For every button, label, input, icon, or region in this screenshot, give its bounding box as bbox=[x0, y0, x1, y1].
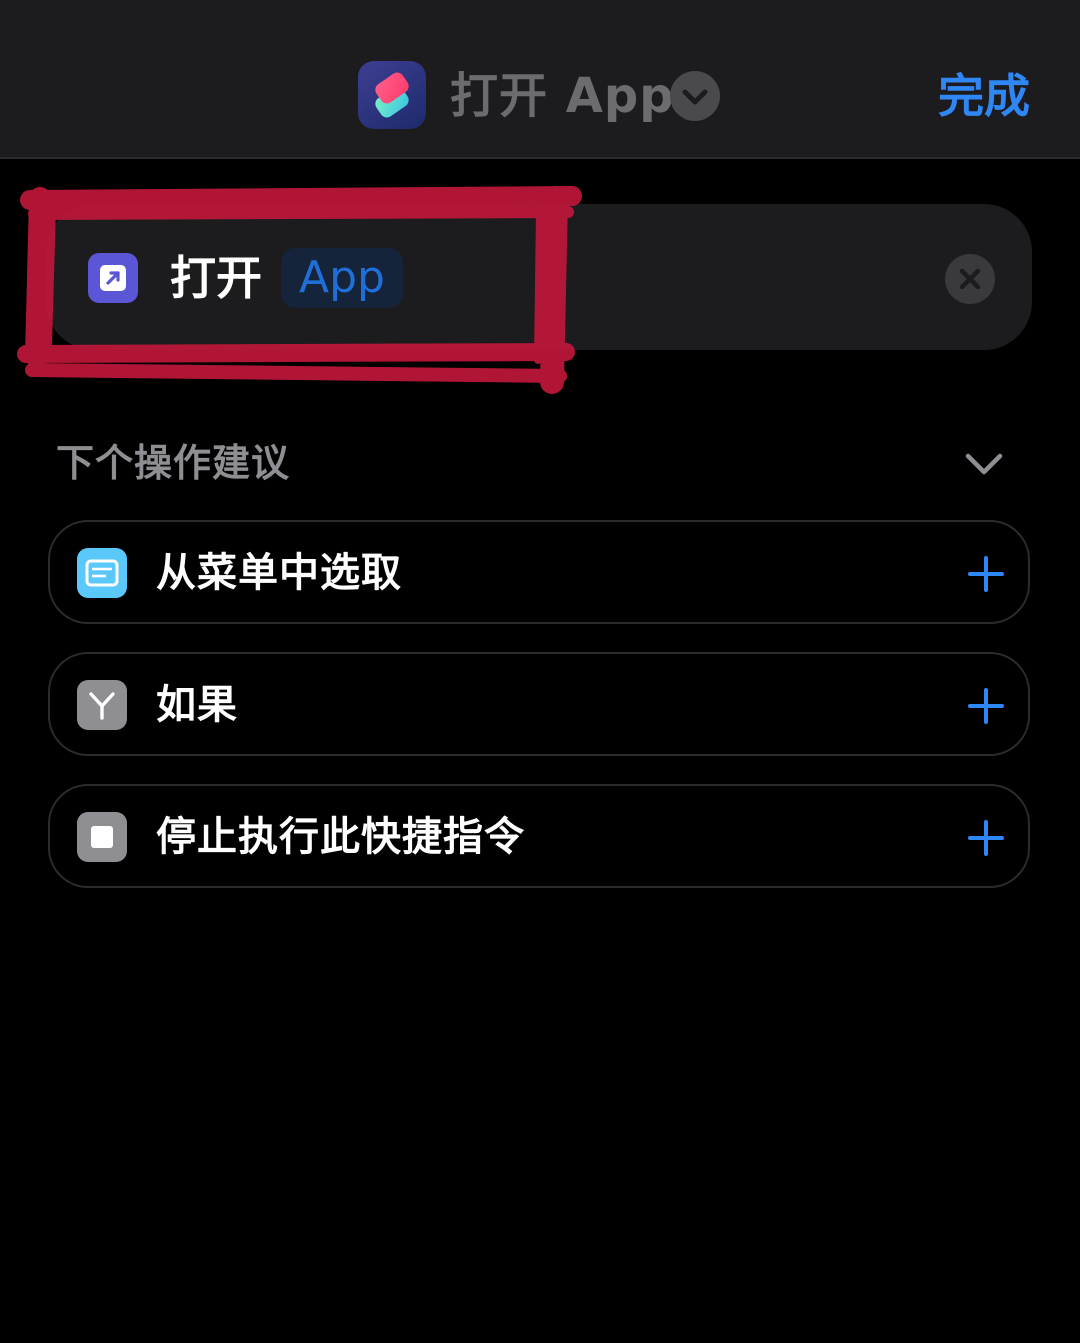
suggestion-label: 从菜单中选取 bbox=[156, 550, 402, 596]
done-button[interactable]: 完成 bbox=[938, 64, 1030, 128]
suggestions-title: 下个操作建议 bbox=[56, 441, 291, 485]
suggestion-label: 停止执行此快捷指令 bbox=[156, 814, 525, 860]
menu-icon bbox=[77, 548, 127, 598]
plus-icon[interactable] bbox=[964, 816, 1008, 860]
suggestion-stop-shortcut[interactable]: 停止执行此快捷指令 bbox=[48, 784, 1030, 888]
shortcut-title[interactable]: 打开 App bbox=[450, 64, 675, 128]
plus-icon[interactable] bbox=[964, 552, 1008, 596]
shortcut-editor-screen: 打开 App 完成 打开 App 下个操作建议 从菜单中选取 如果 停止执行此快… bbox=[0, 0, 1080, 1343]
chevron-down-icon[interactable] bbox=[670, 71, 720, 121]
action-label: 打开 bbox=[170, 251, 262, 305]
shortcuts-app-icon bbox=[358, 61, 426, 129]
suggestion-choose-from-menu[interactable]: 从菜单中选取 bbox=[48, 520, 1030, 624]
open-app-action[interactable]: 打开 App bbox=[46, 204, 1032, 350]
suggestion-if[interactable]: 如果 bbox=[48, 652, 1030, 756]
plus-icon[interactable] bbox=[964, 684, 1008, 728]
stop-icon bbox=[77, 812, 127, 862]
close-icon[interactable] bbox=[945, 254, 995, 304]
chevron-down-icon[interactable] bbox=[960, 442, 1008, 486]
app-parameter-token[interactable]: App bbox=[281, 248, 403, 308]
top-bar: 打开 App 完成 bbox=[0, 0, 1080, 159]
branch-icon bbox=[77, 680, 127, 730]
suggestion-label: 如果 bbox=[156, 682, 238, 728]
open-app-icon bbox=[88, 253, 138, 303]
